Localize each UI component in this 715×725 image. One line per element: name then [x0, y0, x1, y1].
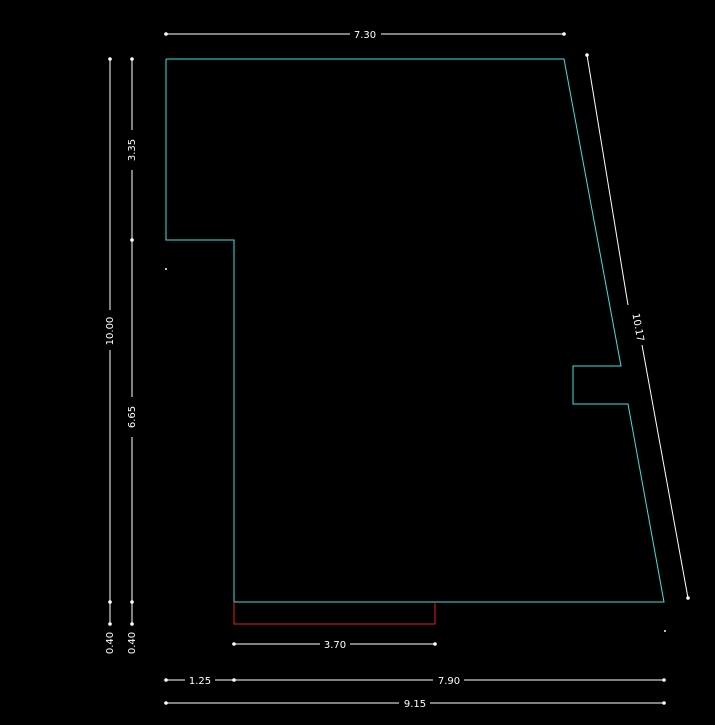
room-outline — [165, 58, 665, 603]
dim-left-lower: 6.65 — [127, 240, 138, 604]
dim-door-width-label: 3.70 — [324, 640, 346, 651]
dim-left-bottom-inner-label: 0.40 — [127, 632, 138, 654]
dim-top-width: 7.30 — [164, 30, 566, 41]
dim-bottom-right: 7.90 — [234, 676, 666, 687]
corner-marker — [165, 268, 167, 270]
dim-left-bottom-outer: 0.40 — [105, 602, 116, 654]
dim-bottom-total-label: 9.15 — [404, 699, 426, 710]
dim-left-total: 10.00 — [105, 57, 116, 604]
dim-left-total-label: 10.00 — [105, 317, 116, 346]
dim-bottom-left-label: 1.25 — [189, 676, 211, 687]
dim-left-bottom-inner: 0.40 — [127, 602, 138, 654]
dim-left-upper-label: 3.35 — [127, 139, 138, 161]
dim-door-width: 3.70 — [232, 640, 437, 651]
corner-marker — [664, 630, 666, 632]
dim-bottom-right-label: 7.90 — [438, 676, 460, 687]
dim-bottom-left: 1.25 — [164, 676, 236, 687]
floor-plan-drawing: 7.30 10.17 10.00 0.40 3.35 6.65 0.40 3.7… — [105, 30, 690, 710]
dim-top-width-label: 7.30 — [354, 30, 376, 41]
dim-right-slope-label: 10.17 — [629, 312, 645, 342]
dim-left-upper: 3.35 — [127, 57, 138, 242]
dim-right-slope: 10.17 — [585, 53, 690, 600]
dim-bottom-total: 9.15 — [164, 699, 666, 710]
door-opening — [233, 602, 436, 625]
dim-left-bottom-outer-label: 0.40 — [105, 632, 116, 654]
dim-left-lower-label: 6.65 — [127, 406, 138, 428]
